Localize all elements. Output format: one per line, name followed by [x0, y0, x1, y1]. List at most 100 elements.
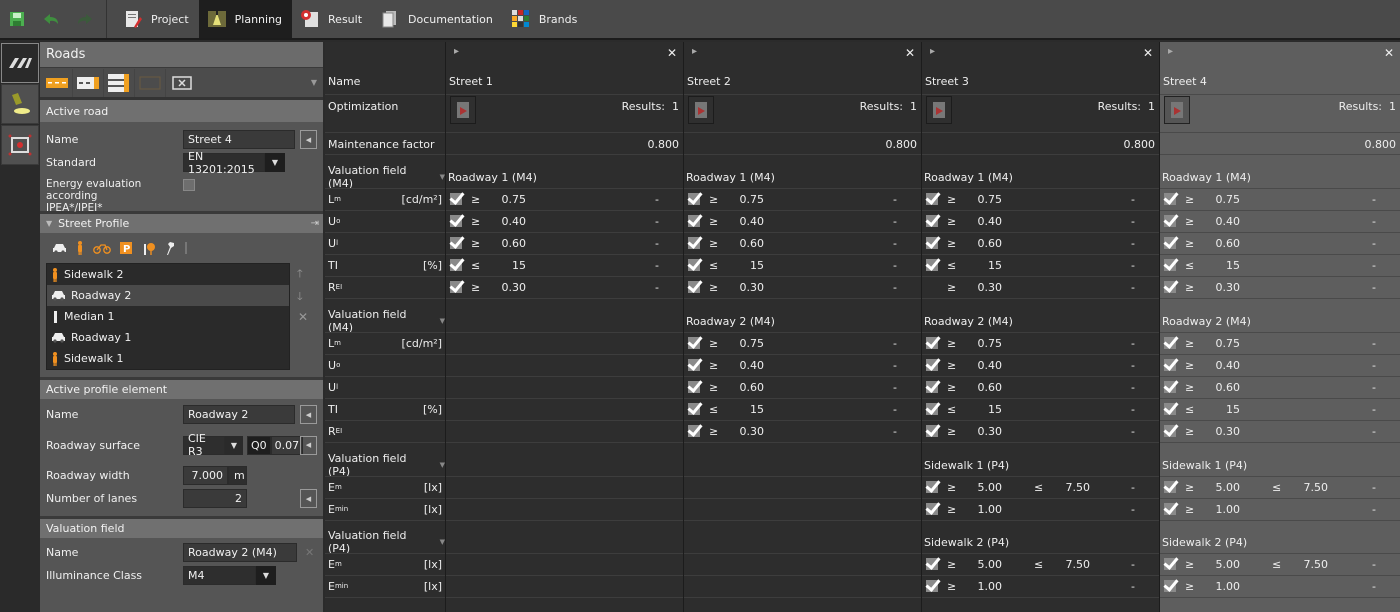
expand-icon[interactable]: ▸	[454, 46, 459, 57]
requirement-value[interactable]: 1.00	[1200, 580, 1241, 593]
requirement-checkbox[interactable]	[688, 425, 700, 437]
tab-project[interactable]: Project	[115, 0, 199, 38]
save-button[interactable]	[0, 0, 34, 38]
requirement-checkbox[interactable]	[450, 237, 462, 249]
requirement-value[interactable]: 5.00	[1200, 481, 1241, 494]
car-icon[interactable]	[52, 243, 67, 254]
requirement-value[interactable]: 0.75	[486, 193, 527, 206]
road-name-expand-button[interactable]: ◀	[300, 130, 317, 149]
requirement-value[interactable]: 0.30	[724, 425, 765, 438]
requirement-value-max[interactable]: 7.50	[1288, 558, 1329, 571]
requirement-value[interactable]: 1.00	[962, 580, 1003, 593]
add-road-variant-button[interactable]	[73, 68, 104, 97]
requirement-checkbox[interactable]	[926, 558, 938, 570]
lanes-expand-button[interactable]: ◀	[300, 489, 317, 508]
requirement-checkbox[interactable]	[688, 337, 700, 349]
requirement-value[interactable]: 0.75	[1200, 193, 1241, 206]
requirement-checkbox[interactable]	[926, 193, 938, 205]
illuminance-class-dropdown[interactable]: M4 ▼	[183, 566, 276, 585]
requirement-value[interactable]: 0.60	[486, 237, 527, 250]
requirement-checkbox[interactable]	[1164, 359, 1176, 371]
requirement-value[interactable]: 0.40	[486, 215, 527, 228]
pin-icon[interactable]: ⇥	[311, 218, 319, 229]
profile-element-list[interactable]: Sidewalk 2 Roadway 2 Median 1 Roadway 1 …	[46, 263, 290, 370]
requirement-value[interactable]: 0.30	[962, 281, 1003, 294]
requirement-value[interactable]: 5.00	[1200, 558, 1241, 571]
collapse-icon[interactable]: ▼	[46, 219, 52, 228]
requirement-value[interactable]: 0.30	[1200, 425, 1241, 438]
requirement-checkbox[interactable]	[1164, 381, 1176, 393]
list-item[interactable]: Sidewalk 1	[47, 348, 289, 369]
element-name-expand-button[interactable]: ◀	[300, 405, 317, 424]
requirement-checkbox[interactable]	[1164, 193, 1176, 205]
tab-documentation[interactable]: Documentation	[372, 0, 503, 38]
requirement-checkbox[interactable]	[1164, 215, 1176, 227]
undo-button[interactable]	[34, 0, 68, 38]
element-name-input[interactable]: Roadway 2	[183, 405, 295, 424]
remove-element-button[interactable]: ✕	[298, 310, 308, 324]
requirement-value[interactable]: 15	[724, 259, 764, 272]
requirement-checkbox[interactable]	[450, 215, 462, 227]
requirement-checkbox[interactable]	[1164, 403, 1176, 415]
requirement-checkbox[interactable]	[688, 193, 700, 205]
energy-evaluation-checkbox[interactable]	[183, 179, 195, 191]
requirement-value[interactable]: 1.00	[1200, 503, 1241, 516]
requirement-checkbox[interactable]	[926, 425, 938, 437]
requirement-checkbox[interactable]	[450, 259, 462, 271]
requirement-value[interactable]: 0.30	[1200, 281, 1241, 294]
list-item[interactable]: Roadway 1	[47, 327, 289, 348]
requirement-checkbox[interactable]	[688, 215, 700, 227]
requirement-checkbox[interactable]	[926, 481, 938, 493]
requirement-value[interactable]: 0.60	[1200, 381, 1241, 394]
requirement-checkbox[interactable]	[1164, 281, 1176, 293]
sidenav-luminaires[interactable]	[1, 84, 39, 124]
requirement-value[interactable]: 15	[486, 259, 526, 272]
requirement-checkbox[interactable]	[688, 359, 700, 371]
requirement-value[interactable]: 0.60	[1200, 237, 1241, 250]
requirement-checkbox[interactable]	[926, 503, 938, 515]
delete-road-button[interactable]	[166, 69, 197, 97]
close-icon[interactable]: ✕	[1143, 46, 1153, 60]
add-road-button[interactable]	[42, 68, 73, 97]
requirement-checkbox[interactable]	[688, 381, 700, 393]
requirement-checkbox[interactable]	[926, 215, 938, 227]
sidenav-roads[interactable]	[1, 43, 39, 83]
requirement-value[interactable]: 0.75	[962, 337, 1003, 350]
close-icon[interactable]: ✕	[667, 46, 677, 60]
move-down-button[interactable]: 🡓	[297, 288, 303, 307]
requirement-value[interactable]: 0.60	[724, 381, 765, 394]
requirement-value[interactable]: 1.00	[962, 503, 1003, 516]
requirement-value[interactable]: 0.60	[962, 237, 1003, 250]
requirement-checkbox[interactable]	[688, 281, 700, 293]
requirement-value[interactable]: 0.75	[962, 193, 1003, 206]
valuation-name-input[interactable]: Roadway 2 (M4)	[183, 543, 297, 562]
roadway-width-input[interactable]: 7.000	[183, 466, 228, 485]
requirement-value[interactable]: 5.00	[962, 481, 1003, 494]
requirement-value[interactable]: 15	[724, 403, 764, 416]
roadway-surface-dropdown[interactable]: CIE R3 ▼	[183, 432, 243, 458]
requirement-checkbox[interactable]	[926, 237, 938, 249]
requirement-checkbox[interactable]	[1164, 558, 1176, 570]
tree-icon[interactable]	[141, 242, 156, 255]
requirement-value-max[interactable]: 7.50	[1050, 558, 1091, 571]
redo-button[interactable]	[68, 0, 102, 38]
tab-brands[interactable]: Brands	[503, 0, 588, 38]
parking-icon[interactable]: P	[120, 242, 132, 254]
requirement-value[interactable]: 0.40	[724, 359, 765, 372]
requirement-checkbox[interactable]	[926, 337, 938, 349]
requirement-value[interactable]: 0.40	[724, 215, 765, 228]
requirement-value-max[interactable]: 7.50	[1288, 481, 1329, 494]
requirement-value[interactable]: 0.40	[962, 215, 1003, 228]
requirement-value[interactable]: 0.30	[486, 281, 527, 294]
bicycle-icon[interactable]	[93, 243, 111, 254]
requirement-checkbox[interactable]	[450, 281, 462, 293]
requirement-value[interactable]: 0.75	[724, 193, 765, 206]
sidenav-valuation-fields[interactable]	[1, 125, 39, 165]
list-item[interactable]: Sidewalk 2	[47, 264, 289, 285]
requirement-value[interactable]: 0.40	[1200, 215, 1241, 228]
requirement-checkbox[interactable]	[450, 193, 462, 205]
expand-icon[interactable]: ▸	[1168, 46, 1173, 57]
requirement-value[interactable]: 0.60	[962, 381, 1003, 394]
move-up-button[interactable]: 🡑	[297, 265, 303, 284]
requirement-checkbox[interactable]	[1164, 481, 1176, 493]
